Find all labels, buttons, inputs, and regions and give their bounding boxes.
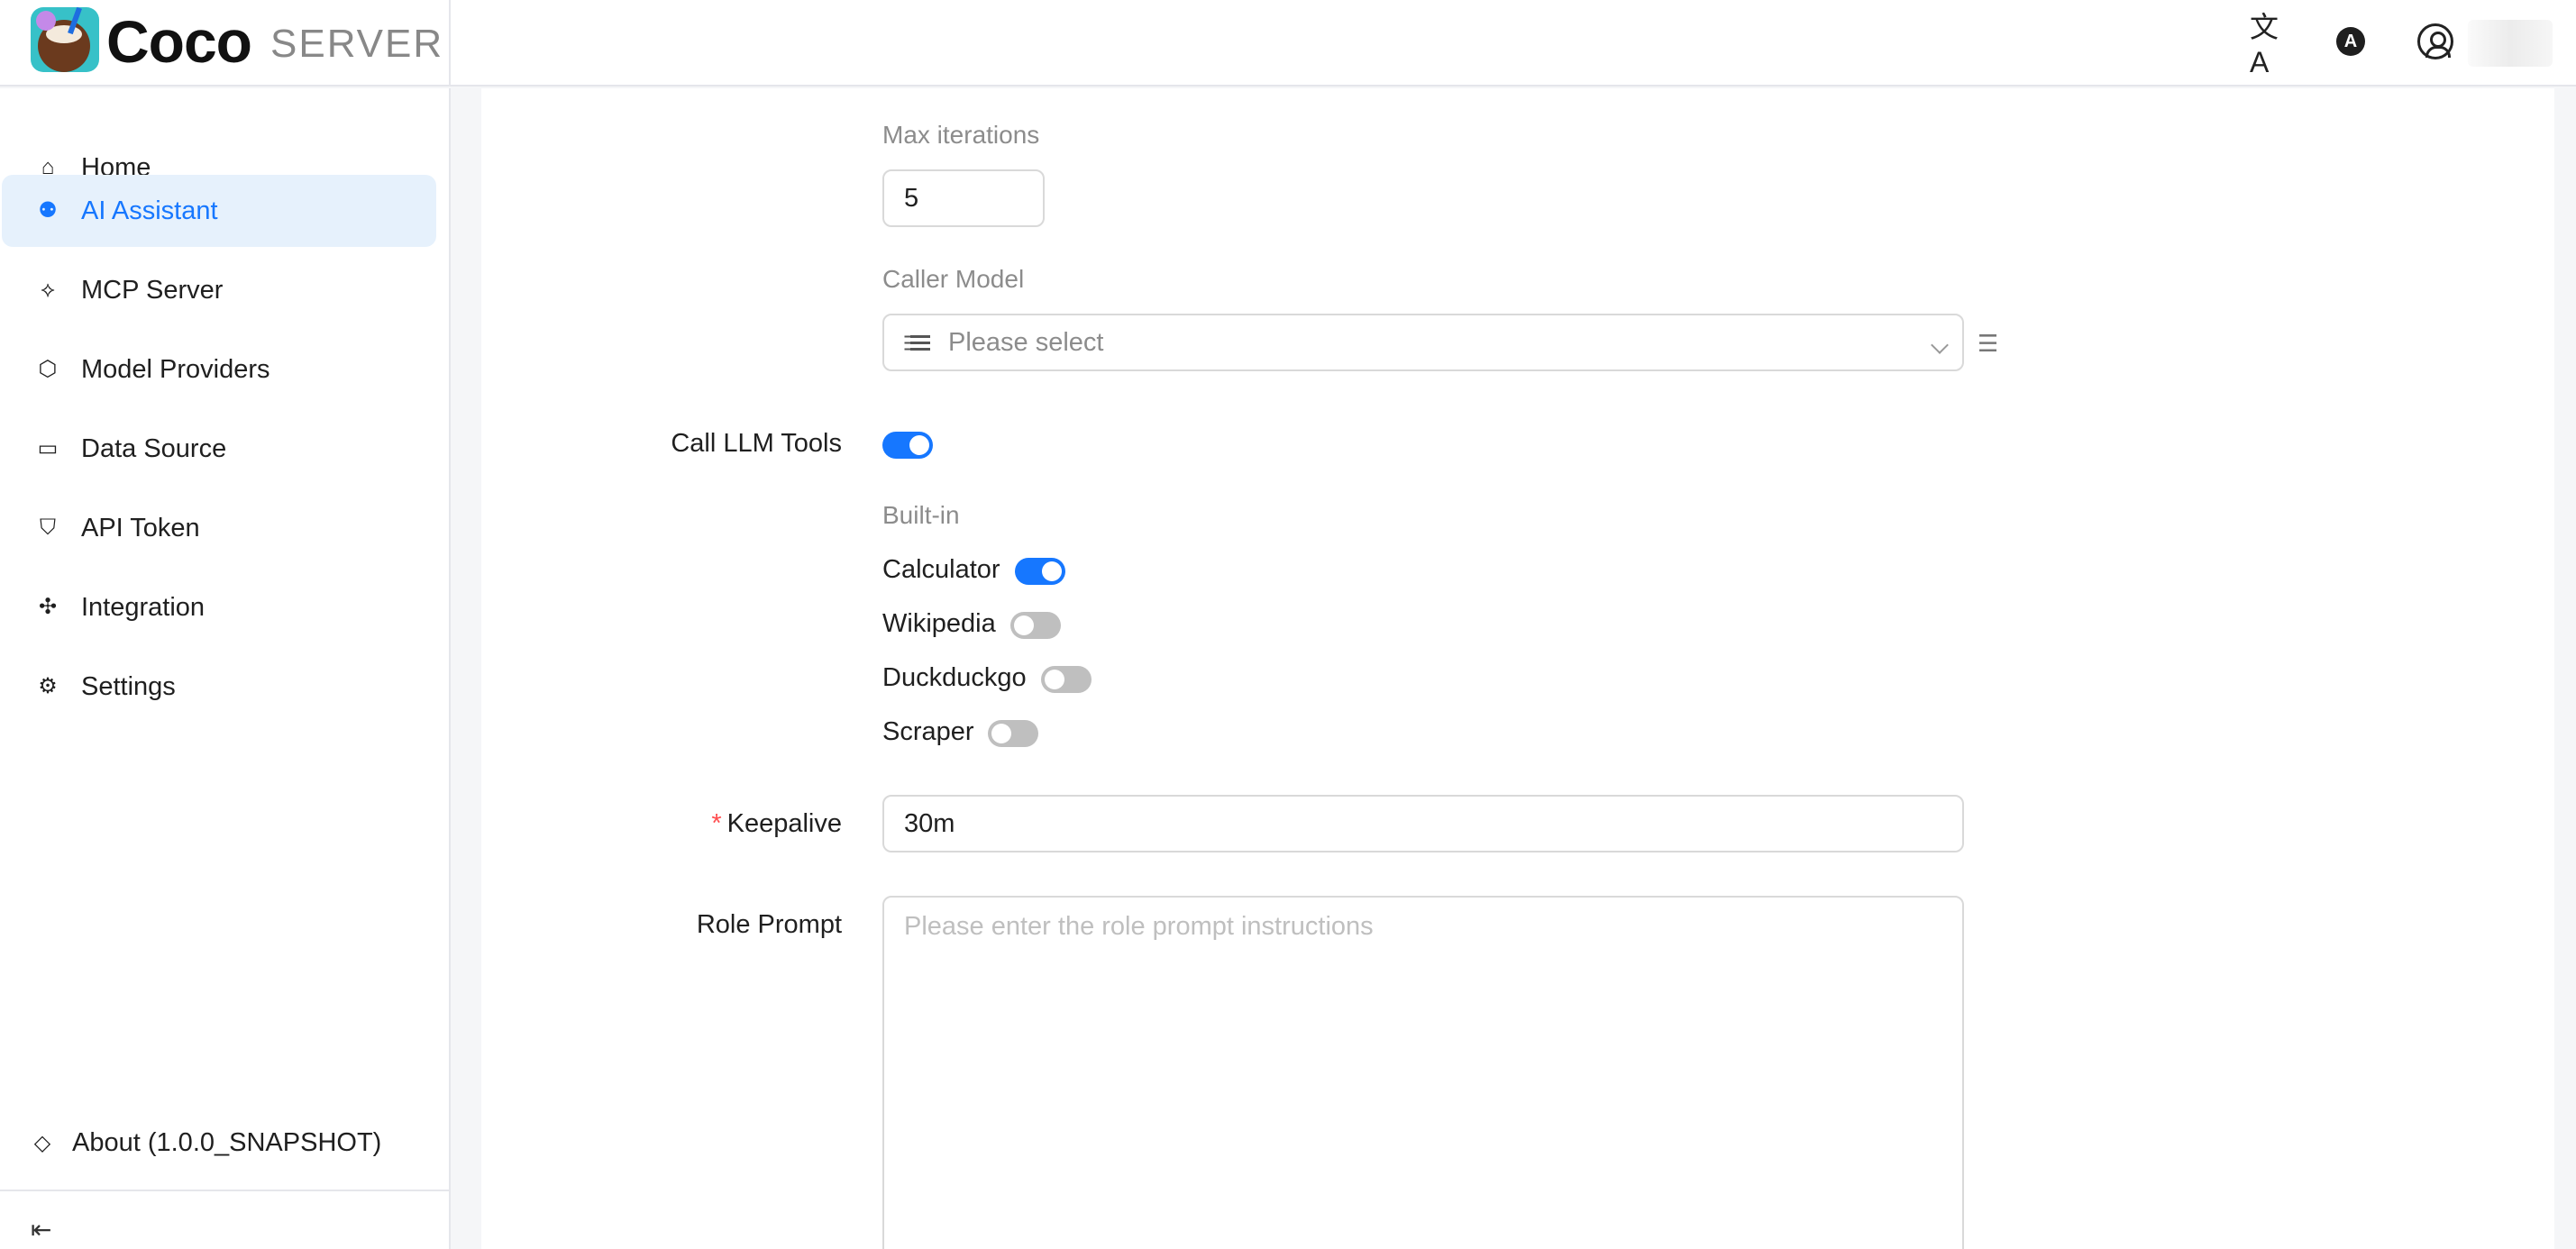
calculator-label: Calculator <box>882 555 1000 584</box>
call-llm-tools-toggle[interactable] <box>882 432 933 459</box>
gear-icon: ⚙ <box>38 674 58 698</box>
keepalive-label: * Keepalive <box>711 809 842 838</box>
robot-icon: ⚉ <box>38 198 58 223</box>
shield-icon: ⛉ <box>40 515 56 540</box>
sidebar-item-settings[interactable]: ⚙ Settings <box>2 651 436 723</box>
brand[interactable]: Coco SERVER <box>0 0 451 87</box>
duckduckgo-toggle[interactable] <box>1041 666 1092 693</box>
user-icon[interactable] <box>2414 20 2457 63</box>
sidebar-item-data-source[interactable]: ▭ Data Source <box>2 413 436 485</box>
sidebar: ⌂ Home ⚉ AI Assistant ⟡ MCP Server ⬡ Mod… <box>0 88 451 1249</box>
role-prompt-label: Role Prompt <box>696 910 842 939</box>
chevron-down-icon <box>1931 336 1949 354</box>
assistant-form: Max iterations 5 Caller Model Please sel… <box>481 88 2554 1249</box>
sidebar-item-label: API Token <box>81 513 200 542</box>
sidebar-item-ai-assistant[interactable]: ⚉ AI Assistant <box>2 175 436 247</box>
mcp-icon: ⟡ <box>41 278 55 302</box>
divider <box>0 1190 449 1191</box>
calculator-toggle[interactable] <box>1015 558 1065 585</box>
app-subtitle: SERVER <box>270 22 444 66</box>
sidebar-item-model-providers[interactable]: ⬡ Model Providers <box>2 333 436 406</box>
about-link[interactable]: ◇ About (1.0.0_SNAPSHOT) <box>31 1128 382 1158</box>
puzzle-icon: ✣ <box>38 595 58 619</box>
user-name-blurred[interactable] <box>2468 20 2553 67</box>
max-iterations-label: Max iterations <box>882 121 1040 149</box>
sidebar-item-mcp-server[interactable]: ⟡ MCP Server <box>2 254 436 326</box>
wikipedia-toggle[interactable] <box>1010 612 1061 639</box>
role-prompt-textarea[interactable]: Please enter the role prompt instruction… <box>882 896 1964 1249</box>
collapse-sidebar-icon[interactable]: ⇤ <box>31 1215 51 1244</box>
model-settings-icon[interactable]: ☰ <box>1978 330 1998 358</box>
diamond-icon: ◇ <box>33 1130 51 1155</box>
sidebar-item-label: AI Assistant <box>81 196 218 225</box>
call-llm-tools-label: Call LLM Tools <box>671 429 842 458</box>
builtin-label: Built-in <box>882 501 960 529</box>
wikipedia-label: Wikipedia <box>882 609 996 638</box>
cube-icon: ⬡ <box>38 357 58 381</box>
caller-model-placeholder: Please select <box>948 327 1104 357</box>
caller-model-label: Caller Model <box>882 265 1025 293</box>
keepalive-input[interactable]: 30m <box>882 795 1964 852</box>
about-label: About (1.0.0_SNAPSHOT) <box>72 1128 382 1157</box>
required-marker: * <box>711 809 722 838</box>
app-name: Coco <box>106 8 252 75</box>
sidebar-item-label: Model Providers <box>81 354 270 384</box>
sidebar-item-label: Settings <box>81 671 176 701</box>
caller-model-select[interactable]: Please select <box>882 314 1964 371</box>
duckduckgo-label: Duckduckgo <box>882 663 1027 692</box>
translate-icon[interactable]: 文A <box>2250 11 2293 78</box>
top-header: Coco SERVER 文A A <box>0 0 2576 87</box>
sidebar-item-label: Integration <box>81 592 206 622</box>
folder-icon: ▭ <box>37 436 59 460</box>
sidebar-item-label: MCP Server <box>81 275 224 305</box>
sidebar-item-integration[interactable]: ✣ Integration <box>2 571 436 643</box>
scraper-label: Scraper <box>882 717 974 746</box>
list-icon <box>904 334 930 351</box>
sidebar-item-label: Data Source <box>81 433 227 463</box>
scraper-toggle[interactable] <box>988 720 1038 747</box>
sidebar-item-api-token[interactable]: ⛉ API Token <box>2 492 436 564</box>
coco-logo-icon <box>31 7 99 72</box>
theme-icon[interactable]: A <box>2329 20 2372 63</box>
max-iterations-input[interactable]: 5 <box>882 169 1045 227</box>
